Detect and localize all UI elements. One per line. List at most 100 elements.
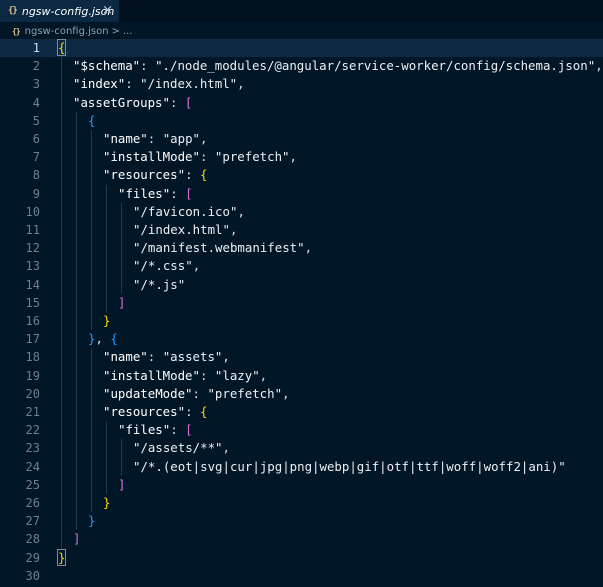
token-b2: ] — [118, 476, 126, 492]
token-str: "/favicon.ico" — [133, 203, 238, 219]
code-text: "name": "app", — [103, 130, 207, 148]
token-b1: } — [103, 313, 111, 328]
token-punc: : — [125, 76, 141, 92]
line-number: 21 — [25, 405, 40, 419]
editor-window: {} ngsw-config.json × {} ngsw-config.jso… — [0, 0, 603, 587]
token-str: "./node_modules/@angular/service-worker/… — [155, 58, 596, 74]
code-text: "installMode": "prefetch", — [103, 148, 297, 166]
line-number: 28 — [25, 532, 40, 547]
token-punc: : — [147, 349, 163, 365]
line-number: 27 — [25, 514, 40, 529]
line-number: 22 — [25, 423, 40, 438]
code-text: ] — [73, 530, 80, 548]
line-number: 8 — [32, 168, 40, 183]
code-line[interactable]: 5{ — [0, 112, 603, 130]
code-line[interactable]: 3 "index": "/index.html", — [0, 75, 603, 93]
code-text: "/manifest.webmanifest", — [133, 239, 312, 257]
token-punc: , — [229, 222, 238, 237]
line-number: 24 — [25, 459, 40, 474]
token-key: "assetGroups" — [73, 94, 170, 110]
code-line[interactable]: 28] — [0, 530, 603, 548]
token-key: "name" — [103, 131, 148, 146]
code-text: } — [103, 312, 110, 330]
token-b3: { — [88, 112, 96, 128]
token-str: "/*.css" — [133, 258, 193, 274]
token-b1: } — [103, 495, 111, 510]
line-number: 16 — [25, 314, 40, 328]
token-punc: , — [237, 203, 245, 219]
token-punc: : — [170, 422, 186, 438]
token-str: "/index.html" — [133, 222, 230, 237]
token-punc: : — [170, 185, 186, 201]
code-line[interactable]: 1{ — [0, 39, 603, 57]
code-line[interactable]: 27} — [0, 512, 603, 530]
code-text: "installMode": "lazy", — [103, 367, 267, 385]
line-number: 25 — [25, 477, 40, 492]
token-str: "app" — [162, 131, 200, 146]
code-line[interactable]: 17}, { — [0, 330, 603, 348]
code-text: "assetGroups": [ — [73, 94, 192, 112]
code-text: "updateMode": "prefetch", — [103, 385, 290, 403]
code-text: "resources": { — [103, 403, 207, 421]
line-number: 3 — [32, 77, 40, 92]
token-punc: : — [140, 58, 156, 74]
line-number: 19 — [25, 368, 40, 383]
code-text: "/*.js" — [133, 276, 185, 294]
token-b3: } — [88, 513, 96, 529]
tab-ngsw-config[interactable]: {} ngsw-config.json × — [0, 0, 120, 22]
breadcrumb-more[interactable]: ... — [123, 26, 133, 37]
json-file-icon: {} — [12, 26, 21, 36]
token-key: "installMode" — [103, 367, 200, 383]
code-text: "$schema": "./node_modules/@angular/serv… — [73, 57, 603, 75]
token-punc: , — [200, 131, 208, 146]
token-punc: : — [185, 167, 200, 183]
code-text: { — [56, 39, 67, 57]
code-line[interactable]: 4 "assetGroups": [ — [0, 94, 603, 112]
tab-label: ngsw-config.json — [21, 4, 115, 18]
line-number: 29 — [25, 550, 40, 565]
line-number: 6 — [32, 132, 40, 146]
indent-guide — [121, 439, 122, 476]
token-b1: { — [199, 404, 208, 419]
token-punc: , — [304, 240, 313, 256]
token-punc: , — [237, 76, 245, 92]
token-key: "$schema" — [73, 58, 141, 74]
code-text: "files": [ — [118, 185, 193, 203]
token-key: "updateMode" — [103, 385, 193, 401]
token-punc: : — [185, 404, 200, 419]
line-number: 13 — [25, 259, 40, 274]
token-str: "/index.html" — [140, 76, 238, 92]
token-key: "installMode" — [103, 149, 200, 165]
token-str: "lazy" — [214, 367, 260, 383]
token-str: "/assets/**" — [133, 440, 223, 456]
code-editor[interactable]: 1{2 "$schema": "./node_modules/@angular/s… — [0, 39, 603, 587]
line-number: 5 — [32, 113, 40, 128]
code-text: "name": "assets", — [103, 348, 230, 366]
token-key: "name" — [103, 349, 148, 365]
code-line[interactable]: 29} — [0, 548, 603, 567]
token-punc: , — [595, 58, 603, 74]
token-str: "/*.js" — [133, 276, 186, 292]
line-number: 18 — [25, 350, 40, 365]
token-str: "assets" — [162, 349, 223, 365]
token-b2: [ — [184, 94, 193, 110]
indent-guide — [106, 421, 107, 494]
token-str: "prefetch" — [214, 149, 290, 165]
token-key: "files" — [118, 185, 171, 201]
code-text: ] — [118, 294, 125, 312]
code-line[interactable]: 30 — [0, 567, 603, 585]
close-icon[interactable]: × — [102, 3, 113, 19]
code-line[interactable]: 2 "$schema": "./node_modules/@angular/ser… — [0, 57, 603, 75]
token-b2: ] — [118, 294, 126, 310]
token-punc: : — [147, 131, 163, 146]
line-number: 15 — [25, 295, 40, 310]
token-str: "prefetch" — [207, 385, 283, 401]
breadcrumb: {} ngsw-config.json > ... — [0, 22, 603, 40]
code-text: "index": "/index.html", — [73, 75, 245, 93]
indent-guide — [106, 184, 107, 312]
code-text: "/*.css", — [133, 257, 200, 275]
token-b3: { — [110, 331, 118, 347]
json-file-icon: {} — [8, 6, 18, 16]
token-punc: : — [192, 385, 208, 401]
breadcrumb-file[interactable]: ngsw-config.json — [25, 26, 109, 37]
